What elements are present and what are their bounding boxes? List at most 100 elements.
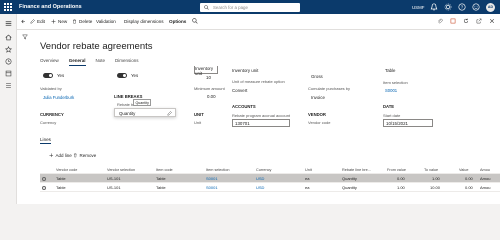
modules-icon[interactable] [5,82,12,89]
new-button[interactable]: New [51,19,67,24]
num-field-value: 10 [206,75,211,80]
partial-field-value: Inventory unit [195,66,214,76]
inventory-unit-value: Inventory unit [232,68,259,73]
col-vendor-selection[interactable]: Vendor selection [107,168,135,172]
edit-icon [30,18,35,24]
app-launcher-icon[interactable] [4,3,12,11]
item-code-value: Table [385,68,396,73]
toggle-switch-2[interactable] [117,73,127,78]
delete-label: Delete [79,18,93,24]
cell-vendor-selection: US-101 [107,176,121,181]
help-icon[interactable]: ? [458,3,466,11]
cell-from-value: 1.00 [397,185,405,190]
min-amount-label: Minimum amount [194,86,225,91]
action-pane: Edit New Delete Validation Display dimen… [17,14,500,30]
toggle-value-2: Yes [131,73,139,78]
col-item-code[interactable]: Item code [156,168,173,172]
close-icon[interactable] [489,18,495,24]
search-icon[interactable] [192,18,198,24]
star-icon[interactable] [5,46,12,53]
avatar[interactable]: AD [486,2,495,12]
options-button[interactable]: Options [169,19,186,24]
edit-button[interactable]: Edit [30,19,45,24]
edit-label: Edit [37,18,45,24]
gross-value: Gross [311,74,323,79]
company-picker[interactable]: USMF [412,5,424,10]
cell-currency[interactable]: USD [256,185,264,190]
accrual-input[interactable]: 130701 [232,119,290,127]
remove-label: Remove [79,153,97,158]
unit-section: UNIT [194,112,204,117]
item-selection-label: Item selection [383,80,408,85]
popout-icon[interactable] [476,18,482,24]
start-date-value: 10/15/2021 [386,121,408,126]
cell-rebate-line-break: Quantity [342,176,357,181]
col-to-value[interactable]: To value [424,168,438,172]
table-row[interactable]: Table US-101 Table S0001 USD ea Quantity… [40,183,500,192]
table-row[interactable]: Table US-101 Table S0001 USD ea Quantity… [40,174,500,183]
tab-note[interactable]: Note [96,58,106,65]
row-selector[interactable] [42,185,46,190]
col-vendor-code[interactable]: Vendor code [56,168,77,172]
date-section: DATE [383,104,395,109]
vendor-section: VENDOR [308,112,326,117]
attach-icon[interactable] [437,18,443,24]
tab-dimensions[interactable]: Dimensions [115,58,139,65]
search-placeholder: Search for a page [213,4,248,10]
accrual-input-value: 130701 [235,121,250,126]
office-icon[interactable] [450,18,456,24]
lines-section-tab[interactable]: Lines [40,137,51,144]
cumulate-label: Cumulate purchases by [308,86,351,91]
display-dimensions-button[interactable]: Display dimensions [124,19,164,24]
cell-currency[interactable]: USD [256,176,264,181]
cumulate-value: Invoice [311,95,325,100]
remove-button[interactable]: Remove [73,153,96,158]
tab-general[interactable]: General [68,58,86,66]
plus-icon [49,153,54,158]
add-line-button[interactable]: Add line [49,153,72,158]
validation-button[interactable]: Validation [96,19,116,24]
col-currency[interactable]: Currency [256,168,271,172]
back-icon[interactable] [21,19,26,24]
cell-vendor-code: Table [56,185,66,190]
tab-overview[interactable]: Overview [40,58,59,65]
rebate-break-value: Quantity [119,110,136,116]
col-item-selection[interactable]: Item selection [206,168,229,172]
gear-icon[interactable] [444,3,452,11]
cell-item-selection[interactable]: S0001 [206,185,218,190]
left-nav [0,14,17,204]
col-unit[interactable]: Unit [305,168,312,172]
cell-item-selection[interactable]: S0001 [206,176,218,181]
workspaces-icon[interactable] [5,70,12,77]
cell-vendor-selection: US-101 [107,185,121,190]
partial-field[interactable]: Inventory unit [194,66,218,76]
cell-amount: Amou [480,176,491,181]
toggle-switch[interactable] [43,73,53,78]
home-icon[interactable] [5,34,12,41]
col-rebate-line-break[interactable]: Rebate line bre... [342,168,371,172]
bell-icon[interactable] [430,3,438,11]
col-from-value[interactable]: From value [387,168,406,172]
unit-label: Unit [194,120,202,125]
cell-value: 0.00 [465,176,473,181]
search-box[interactable]: Search for a page [200,2,300,12]
delete-button[interactable]: Delete [72,19,92,24]
col-amount[interactable]: Amou [480,168,490,172]
start-date-input[interactable]: 10/15/2021 [383,119,433,127]
hamburger-icon[interactable] [5,20,12,27]
smiley-icon[interactable] [472,3,480,11]
toggle-value: Yes [57,73,65,78]
col-value[interactable]: Value [459,168,468,172]
clock-icon[interactable] [5,58,12,65]
top-bar: Finance and Operations Search for a page… [0,0,500,14]
plus-icon [51,19,56,23]
filter-icon[interactable] [22,34,28,40]
row-selector[interactable] [42,176,46,181]
trash-icon [73,153,77,158]
validated-by-link[interactable]: Julia Funderburk [43,95,74,100]
start-date-label: Start date [383,113,401,118]
refresh-icon[interactable] [463,18,469,24]
currency-label: Currency [40,120,57,125]
cell-vendor-code: Table [56,176,66,181]
item-selection-link[interactable]: S0001 [385,88,397,93]
